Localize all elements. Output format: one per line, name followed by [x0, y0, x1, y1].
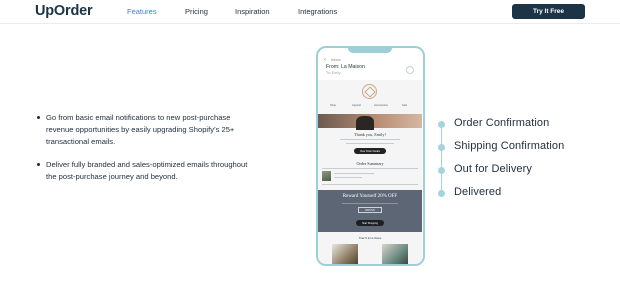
email-nav-item: Accessories [374, 104, 388, 107]
product-image [382, 244, 408, 264]
promo-block: Reward Yourself 20% OFF FIRST20 Start Sh… [318, 190, 422, 232]
thank-you-heading: Thank you, Emily! [354, 132, 386, 137]
text-placeholder-line [334, 177, 362, 178]
email-preview: Shop Apparel Accessories Sale Thank you,… [318, 80, 422, 264]
nav-pricing[interactable]: Pricing [185, 7, 208, 16]
divider [322, 168, 418, 169]
top-nav: UpOrder Features Pricing Inspiration Int… [0, 0, 620, 24]
avatar [406, 66, 414, 74]
feature-bullet: Go from basic email notifications to new… [36, 112, 256, 148]
email-nav: Shop Apparel Accessories Sale [322, 103, 418, 111]
email-to: To: Emily [326, 71, 341, 75]
email-nav-item: Shop [330, 104, 337, 107]
back-arrow-icon: ‹ [324, 57, 326, 63]
feature-copy: Go from basic email notifications to new… [36, 112, 256, 194]
phone-mockup: ‹ Inbox From: La Maison To: Emily Shop A… [316, 46, 425, 266]
order-summary-heading: Order Summary [356, 161, 384, 166]
text-placeholder-line [340, 139, 400, 140]
brand-logo [362, 84, 377, 99]
email-from: From: La Maison [326, 64, 365, 70]
inbox-label: Inbox [331, 57, 341, 62]
text-placeholder-line [334, 173, 374, 174]
nav-inspiration[interactable]: Inspiration [235, 7, 270, 16]
start-shopping-button: Start Shopping [356, 220, 384, 226]
timeline-dot-icon [438, 167, 445, 174]
divider [322, 184, 418, 185]
nav-integrations[interactable]: Integrations [298, 7, 337, 16]
timeline-label: Delivered [454, 186, 502, 198]
hero-image [318, 114, 422, 130]
nav-features[interactable]: Features [127, 7, 157, 16]
timeline-label: Shipping Confirmation [454, 140, 565, 152]
text-placeholder-line [342, 203, 398, 204]
email-header: ‹ Inbox From: La Maison To: Emily [318, 48, 422, 78]
view-order-button: View Order Details [354, 148, 386, 154]
promo-code: FIRST20 [358, 207, 382, 213]
email-nav-item: Apparel [352, 104, 361, 107]
promo-title: Reward Yourself 20% OFF [342, 194, 398, 199]
product-thumbnail [322, 171, 331, 181]
timeline-dot-icon [438, 121, 445, 128]
feature-list: Go from basic email notifications to new… [36, 112, 256, 183]
product-image [332, 244, 358, 264]
try-it-free-button[interactable]: Try It Free [512, 4, 585, 19]
email-flow-timeline: Order Confirmation Shipping Confirmation… [438, 114, 618, 204]
email-nav-item: Sale [402, 104, 408, 107]
timeline-dot-icon [438, 190, 445, 197]
timeline-dot-icon [438, 144, 445, 151]
recommendations-heading: You'll love these [358, 236, 382, 240]
text-placeholder-line [346, 143, 394, 144]
feature-bullet: Deliver fully branded and sales-optimize… [36, 159, 256, 183]
timeline-line [441, 123, 442, 193]
logo[interactable]: UpOrder [35, 3, 93, 19]
timeline-label: Order Confirmation [454, 117, 550, 129]
timeline-label: Out for Delivery [454, 163, 533, 175]
